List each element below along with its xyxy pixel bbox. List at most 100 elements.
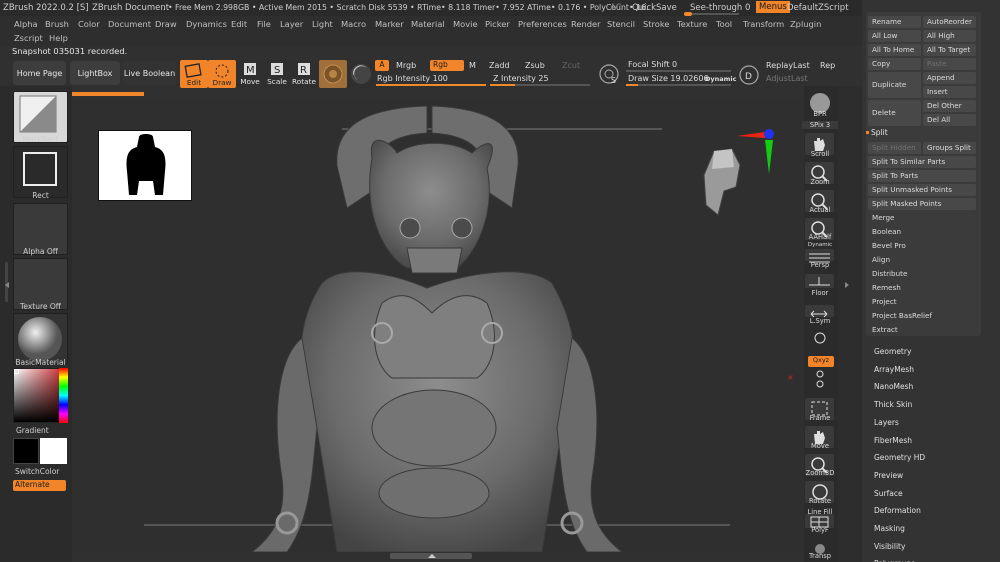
menu-item-transform[interactable]: Transform [743,19,784,29]
menu-item-stroke[interactable]: Stroke [643,19,669,29]
alternate-button[interactable]: Alternate [13,480,66,491]
split-hidden-button[interactable]: Split Hidden [868,142,921,154]
all-low-button[interactable]: All Low [868,30,921,42]
panel-section-deformation[interactable]: Deformation [874,506,921,515]
zadd-button[interactable]: Zadd [489,61,510,70]
rgb-button[interactable]: Rgb [430,60,464,71]
adjustlast-button[interactable]: AdjustLast [766,74,808,83]
panel-section-geometry-hd[interactable]: Geometry HD [874,453,925,462]
panel-section-visibility[interactable]: Visibility [874,542,905,551]
local-button[interactable] [805,330,834,344]
menu-item-material[interactable]: Material [411,19,445,29]
d-button[interactable]: D [738,64,760,86]
align-section[interactable]: Align [868,254,976,266]
panel-section-nanomesh[interactable]: NanoMesh [874,382,913,391]
distribute-section[interactable]: Distribute [868,268,976,280]
lightbox-button[interactable]: LightBox [70,61,120,85]
live-boolean-button[interactable]: Live Boolean [123,61,176,85]
menu-item-zplugin[interactable]: Zplugin [790,19,821,29]
all-high-button[interactable]: All High [923,30,976,42]
panel-section-arraymesh[interactable]: ArrayMesh [874,365,914,374]
project-basrelief-section[interactable]: Project BasRelief [868,310,976,322]
menu-item-alpha[interactable]: Alpha [14,19,38,29]
menu-item-texture[interactable]: Texture [677,19,707,29]
remesh-section[interactable]: Remesh [868,282,976,294]
panel-section-geometry[interactable]: Geometry [874,347,911,356]
switchcolor-button[interactable]: SwitchColor [15,467,70,476]
menu-item-dynamics[interactable]: Dynamics [186,19,227,29]
menu-item-tool[interactable]: Tool [716,19,732,29]
floor-button[interactable] [805,274,834,288]
menu-item-zscript[interactable]: Zscript [14,33,43,43]
menu-item-picker[interactable]: Picker [485,19,510,29]
menu-item-document[interactable]: Document [108,19,151,29]
replaylast-button[interactable]: ReplayLast [766,61,810,70]
duplicate-button[interactable]: Duplicate [868,72,921,98]
chevron-up-icon[interactable] [428,554,436,558]
draw-size-slider[interactable] [626,84,731,86]
menu-item-light[interactable]: Light [312,19,333,29]
material-sphere-button[interactable] [347,60,375,88]
split-unmasked-button[interactable]: Split Unmasked Points [868,184,976,196]
zsub-button[interactable]: Zsub [525,61,545,70]
spix-slider[interactable]: SPix 3 [802,121,838,129]
insert-button[interactable]: Insert [923,86,976,98]
menu-item-marker[interactable]: Marker [375,19,404,29]
secondary-color-swatch[interactable] [40,438,67,464]
see-through-slider[interactable]: See-through 0 [690,3,750,13]
focal-shift-slider[interactable] [626,70,731,72]
groups-split-button[interactable]: Groups Split [923,142,976,154]
extract-section[interactable]: Extract [868,324,976,336]
transp-button[interactable] [805,540,834,554]
primary-color-swatch[interactable] [13,438,39,464]
menu-item-stencil[interactable]: Stencil [607,19,635,29]
m-button[interactable]: M [469,61,476,70]
menu-item-render[interactable]: Render [571,19,601,29]
merge-section[interactable]: Merge [868,212,976,224]
rename-button[interactable]: Rename [868,16,921,28]
split-to-parts-button[interactable]: Split To Parts [868,170,976,182]
lsym-button[interactable] [805,305,834,318]
panel-section-masking[interactable]: Masking [874,524,905,533]
menu-item-brush[interactable]: Brush [45,19,69,29]
paste-button[interactable]: Paste [923,58,976,70]
menus-button[interactable]: Menus [756,1,790,13]
menu-item-macro[interactable]: Macro [341,19,366,29]
menu-item-file[interactable]: File [257,19,271,29]
copy-button[interactable]: Copy [868,58,921,70]
zcut-button[interactable]: Zcut [562,61,580,70]
navigation-head[interactable] [700,145,745,220]
panel-section-preview[interactable]: Preview [874,471,903,480]
persp-button[interactable] [805,249,834,263]
del-all-button[interactable]: Del All [923,114,976,126]
autoreorder-button[interactable]: AutoReorder [923,16,976,28]
del-other-button[interactable]: Del Other [923,100,976,112]
chevron-left-icon[interactable] [5,282,9,288]
hue-strip[interactable] [59,368,68,423]
bevel-pro-section[interactable]: Bevel Pro [868,240,976,252]
a-button[interactable]: A [375,60,389,71]
all-to-home-button[interactable]: All To Home [868,44,921,56]
menu-item-preferences[interactable]: Preferences [518,19,567,29]
home-page-button[interactable]: Home Page [13,61,66,85]
split-section-title[interactable]: Split [871,128,888,137]
delete-button[interactable]: Delete [868,100,921,126]
project-section[interactable]: Project [868,296,976,308]
chevron-right-icon[interactable] [845,282,849,288]
rep-button[interactable]: Rep [820,61,835,70]
close-icon[interactable]: × [787,373,794,382]
menu-item-movie[interactable]: Movie [453,19,478,29]
panel-section-surface[interactable]: Surface [874,489,903,498]
menu-item-layer[interactable]: Layer [280,19,303,29]
panel-section-thick-skin[interactable]: Thick Skin [874,400,912,409]
split-similar-parts-button[interactable]: Split To Similar Parts [868,156,976,168]
dynamic-button[interactable]: Dynamic [705,75,737,83]
menu-item-help[interactable]: Help [49,33,68,43]
boolean-section[interactable]: Boolean [868,226,976,238]
rotate-axis-buttons[interactable] [805,369,834,389]
mrgb-button[interactable]: Mrgb [396,61,416,70]
append-button[interactable]: Append [923,72,976,84]
menu-item-draw[interactable]: Draw [155,19,177,29]
lazy-mouse-s-button[interactable]: S [598,63,620,85]
material-swatch-button[interactable] [319,60,347,88]
